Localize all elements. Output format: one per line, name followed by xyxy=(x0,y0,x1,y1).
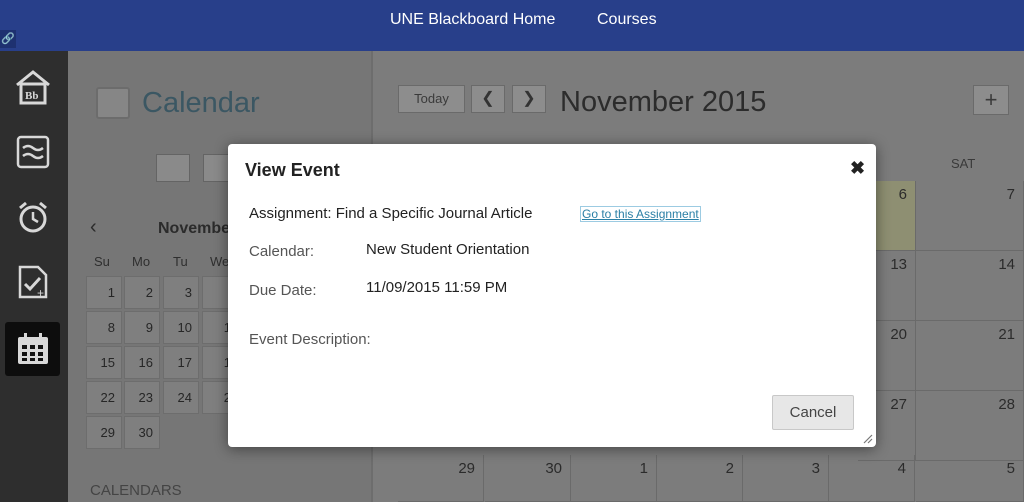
calendar-day-cell[interactable]: 21 xyxy=(916,321,1024,391)
alarm-clock-icon[interactable] xyxy=(10,194,56,240)
mini-calendar-day[interactable]: 29 xyxy=(86,416,122,449)
top-navigation-bar: UNE Blackboard Home Courses 🔗 xyxy=(0,0,1024,51)
mini-calendar-month: November xyxy=(158,220,237,237)
blackboard-home-link[interactable]: UNE Blackboard Home xyxy=(390,11,555,29)
mini-calendar-day[interactable]: 2 xyxy=(124,276,160,309)
mini-calendar-day[interactable]: 1 xyxy=(86,276,122,309)
weekday-label: We xyxy=(210,254,230,269)
calendar-title: Calendar xyxy=(142,87,260,119)
month-title: November 2015 xyxy=(560,86,767,118)
calendar-grid-icon[interactable] xyxy=(5,322,60,376)
left-rail: Bb + xyxy=(0,51,68,502)
mini-calendar-day[interactable]: 3 xyxy=(163,276,199,309)
calendar-day-cell[interactable]: 30 xyxy=(485,455,571,502)
weekday-label: Su xyxy=(94,254,110,269)
mini-calendar-day[interactable]: 22 xyxy=(86,381,122,414)
next-month-button[interactable]: ❯ xyxy=(512,85,546,113)
calendar-day-cell[interactable]: 14 xyxy=(916,251,1024,321)
grades-checklist-icon[interactable]: + xyxy=(10,259,56,305)
assignment-name: Assignment: Find a Specific Journal Arti… xyxy=(249,205,533,222)
due-date-value: 11/09/2015 11:59 PM xyxy=(366,279,508,296)
mini-calendar-day[interactable]: 8 xyxy=(86,311,122,344)
courses-link[interactable]: Courses xyxy=(597,11,657,29)
calendar-day-cell[interactable]: 1 xyxy=(571,455,657,502)
calendar-day-cell[interactable]: 7 xyxy=(916,181,1024,251)
month-view-button[interactable] xyxy=(156,154,190,182)
weekday-label: Tu xyxy=(173,254,188,269)
calendar-day-cell[interactable]: 5 xyxy=(916,455,1024,502)
today-button[interactable]: Today xyxy=(398,85,465,113)
mini-calendar-day[interactable]: 30 xyxy=(124,416,160,449)
mini-calendar-day[interactable]: 17 xyxy=(163,346,199,379)
calendar-day-cell[interactable]: 28 xyxy=(916,391,1024,461)
svg-text:Bb: Bb xyxy=(25,90,38,102)
add-event-button[interactable]: + xyxy=(973,85,1009,115)
calendar-day-cell[interactable]: 2 xyxy=(657,455,743,502)
go-to-assignment-link[interactable]: Go to this Assignment xyxy=(580,206,701,222)
resize-grip-icon[interactable] xyxy=(861,432,873,444)
due-date-label: Due Date: xyxy=(249,282,317,299)
weekday-label: Mo xyxy=(132,254,151,269)
calendar-field-label: Calendar: xyxy=(249,243,315,260)
previous-month-button[interactable]: ❮ xyxy=(471,85,505,113)
view-event-dialog: View Event ✖ Assignment: Find a Specific… xyxy=(228,144,876,447)
calendar-day-cell[interactable]: 29 xyxy=(398,455,484,502)
calendar-day-cell[interactable]: 4 xyxy=(829,455,915,502)
event-description-label: Event Description: xyxy=(249,331,371,348)
close-icon[interactable]: ✖ xyxy=(850,158,865,179)
stream-icon[interactable] xyxy=(10,129,56,175)
mini-calendar-day[interactable]: 15 xyxy=(86,346,122,379)
mini-calendar-day[interactable]: 9 xyxy=(124,311,160,344)
calendar-icon xyxy=(96,87,130,119)
previous-month-icon[interactable]: ‹ xyxy=(90,216,97,239)
link-icon[interactable]: 🔗 xyxy=(0,30,16,48)
weekday-header-sat: SAT xyxy=(951,156,976,171)
mini-calendar-day[interactable]: 16 xyxy=(124,346,160,379)
calendar-day-cell[interactable]: 3 xyxy=(743,455,829,502)
cancel-button[interactable]: Cancel xyxy=(772,395,854,430)
blackboard-home-icon[interactable]: Bb xyxy=(10,65,56,111)
calendar-field-value: New Student Orientation xyxy=(366,241,530,258)
calendars-heading: CALENDARS xyxy=(90,482,182,499)
mini-calendar-day[interactable]: 23 xyxy=(124,381,160,414)
mini-calendar-day[interactable]: 10 xyxy=(163,311,199,344)
dialog-title: View Event xyxy=(245,160,340,180)
svg-text:+: + xyxy=(37,286,44,300)
mini-calendar-day[interactable]: 24 xyxy=(163,381,199,414)
